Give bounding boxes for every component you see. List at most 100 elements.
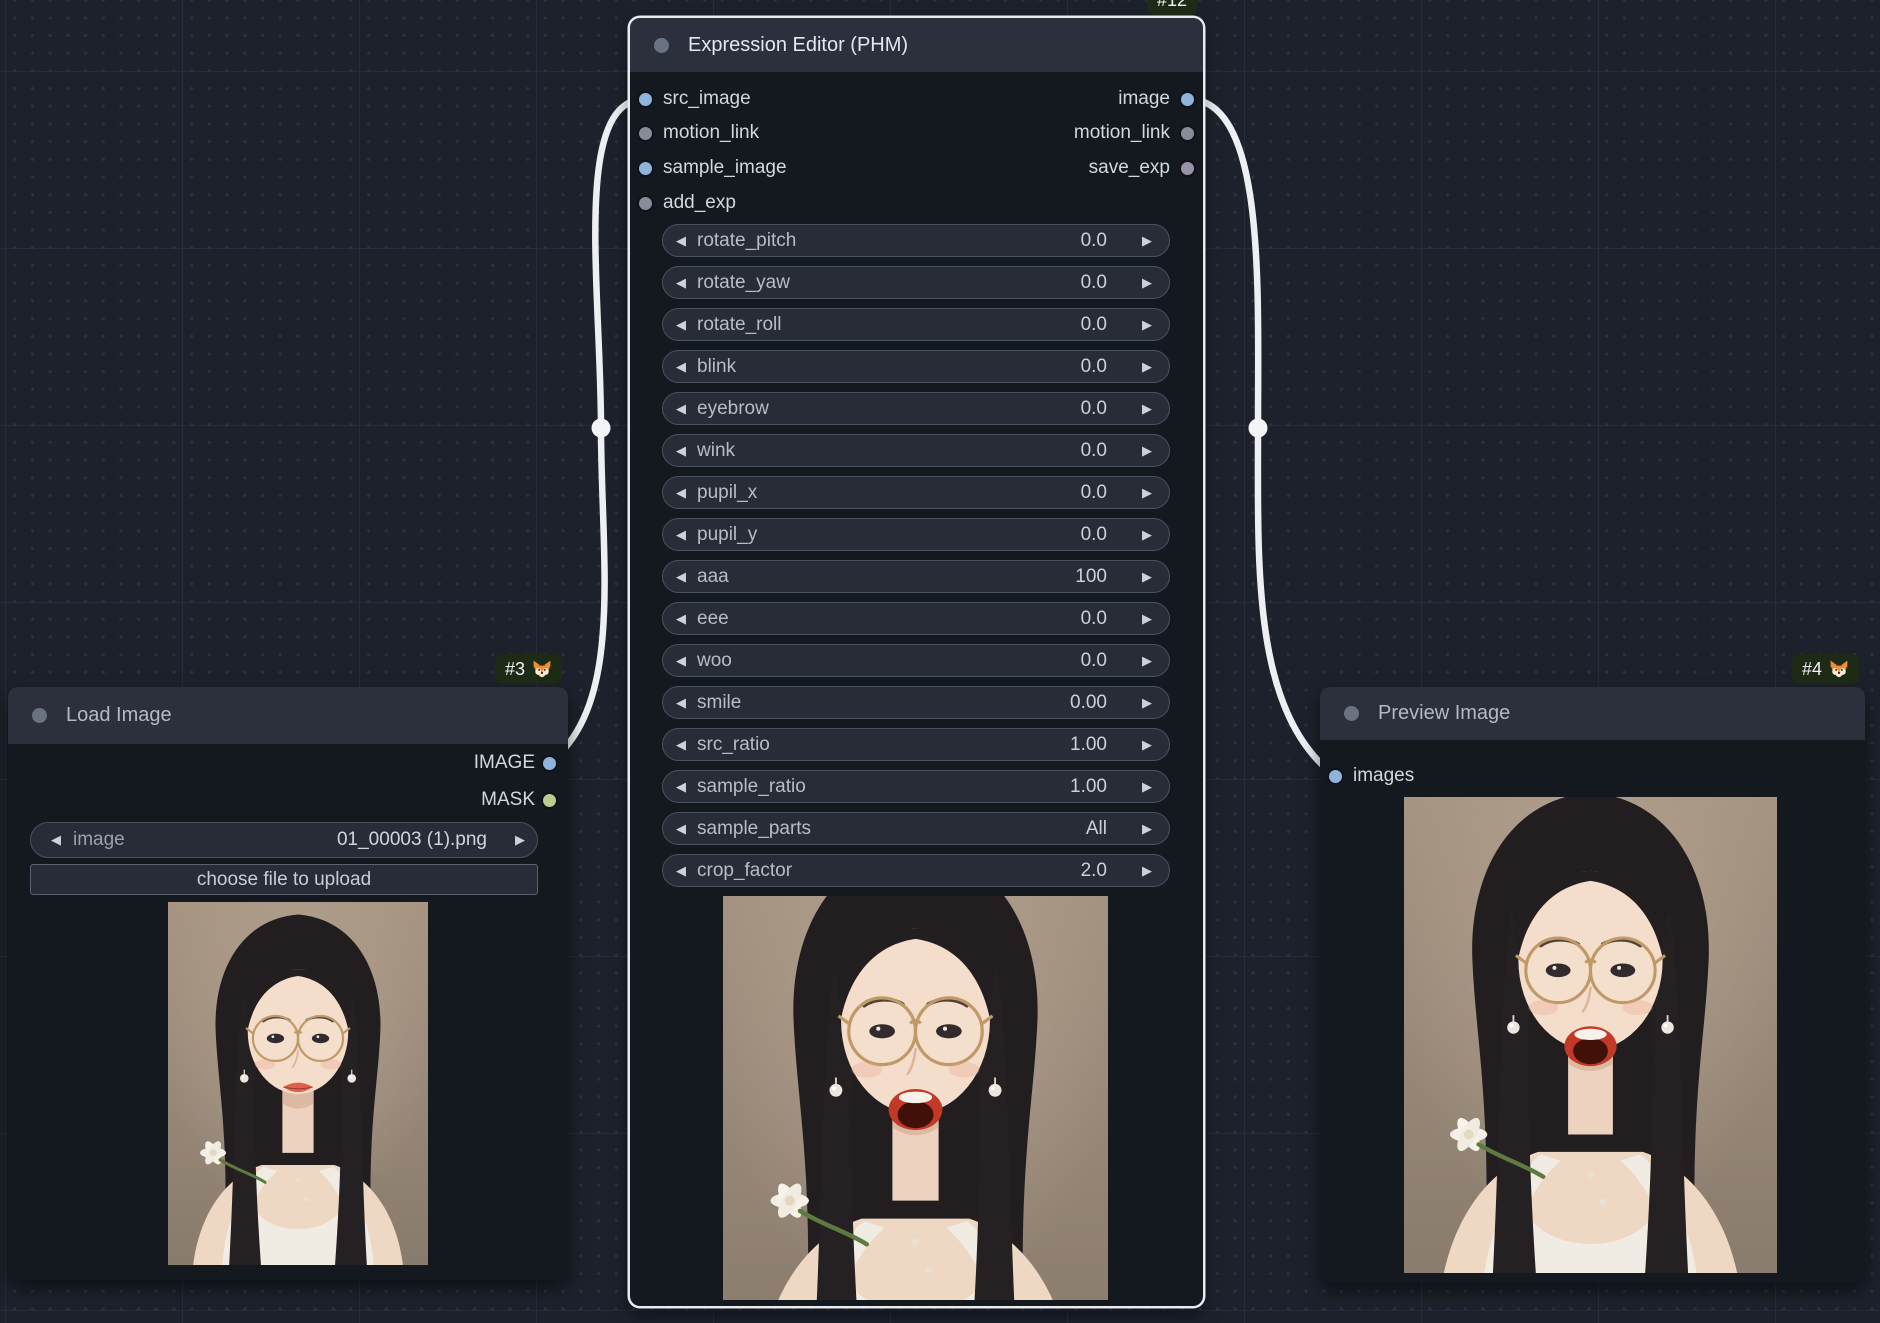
port-label: sample_image — [663, 157, 787, 178]
port-dot-icon[interactable] — [639, 196, 652, 210]
decrement-arrow-icon[interactable] — [676, 351, 686, 382]
port-label: motion_link — [1073, 122, 1170, 143]
decrement-arrow-icon[interactable] — [676, 393, 686, 424]
increment-arrow-icon[interactable] — [1142, 729, 1152, 760]
mouth-open — [1564, 1026, 1617, 1067]
decrement-arrow-icon[interactable] — [51, 823, 61, 857]
slider-label: crop_factor — [697, 859, 793, 881]
preview-result-image — [1404, 797, 1777, 1273]
increment-arrow-icon[interactable] — [515, 823, 525, 857]
link-wire[interactable] — [1184, 95, 1339, 780]
link-midpoint-dot-icon[interactable] — [591, 418, 611, 438]
increment-arrow-icon[interactable] — [1142, 267, 1152, 298]
slider-rotate_yaw[interactable]: rotate_yaw 0.0 — [662, 266, 1170, 299]
decrement-arrow-icon[interactable] — [676, 267, 686, 298]
slider-aaa[interactable]: aaa 100 — [662, 560, 1170, 593]
slider-sample_parts[interactable]: sample_parts All — [662, 812, 1170, 845]
node-graph-canvas[interactable]: #3 Load Image IMAGE MASK image 01_00003 … — [0, 0, 1880, 1323]
node-id-text: #3 — [504, 658, 525, 679]
port-dot-icon[interactable] — [543, 793, 556, 807]
increment-arrow-icon[interactable] — [1142, 309, 1152, 340]
increment-arrow-icon[interactable] — [1142, 225, 1152, 256]
slider-label: wink — [697, 439, 736, 461]
node-load-image[interactable]: #3 Load Image IMAGE MASK image 01_00003 … — [8, 654, 568, 1280]
output-port-motion_link: motion_link — [943, 120, 1203, 146]
slider-label: woo — [697, 649, 732, 671]
port-label: MASK — [481, 789, 535, 810]
decrement-arrow-icon[interactable] — [676, 729, 686, 760]
slider-pupil_x[interactable]: pupil_x 0.0 — [662, 476, 1170, 509]
slider-label: rotate_roll — [697, 313, 782, 335]
increment-arrow-icon[interactable] — [1142, 477, 1152, 508]
fox-icon — [1829, 659, 1849, 679]
node-id-badge: #12 — [1146, 0, 1197, 15]
increment-arrow-icon[interactable] — [1142, 603, 1152, 634]
increment-arrow-icon[interactable] — [1142, 561, 1152, 592]
node-header[interactable]: Expression Editor (PHM) — [630, 18, 1203, 72]
node-expression-editor[interactable]: #12 Expression Editor (PHM) src_image mo… — [630, 0, 1203, 1306]
decrement-arrow-icon[interactable] — [676, 645, 686, 676]
port-dot-icon[interactable] — [1181, 161, 1194, 175]
increment-arrow-icon[interactable] — [1142, 771, 1152, 802]
increment-arrow-icon[interactable] — [1142, 435, 1152, 466]
slider-label: pupil_x — [697, 481, 758, 503]
increment-arrow-icon[interactable] — [1142, 351, 1152, 382]
slider-smile[interactable]: smile 0.00 — [662, 686, 1170, 719]
port-dot-icon[interactable] — [543, 756, 556, 770]
port-dot-icon[interactable] — [1329, 769, 1342, 783]
slider-eyebrow[interactable]: eyebrow 0.0 — [662, 392, 1170, 425]
input-port-motion_link: motion_link — [630, 120, 890, 146]
slider-blink[interactable]: blink 0.0 — [662, 350, 1170, 383]
decrement-arrow-icon[interactable] — [676, 519, 686, 550]
slider-src_ratio[interactable]: src_ratio 1.00 — [662, 728, 1170, 761]
port-dot-icon[interactable] — [1181, 126, 1194, 140]
decrement-arrow-icon[interactable] — [676, 855, 686, 886]
slider-label: sample_ratio — [697, 775, 806, 797]
decrement-arrow-icon[interactable] — [676, 813, 686, 844]
decrement-arrow-icon[interactable] — [676, 603, 686, 634]
increment-arrow-icon[interactable] — [1142, 813, 1152, 844]
slider-value: 0.0 — [1080, 649, 1107, 671]
slider-label: aaa — [697, 565, 729, 587]
decrement-arrow-icon[interactable] — [676, 771, 686, 802]
decrement-arrow-icon[interactable] — [676, 687, 686, 718]
decrement-arrow-icon[interactable] — [676, 477, 686, 508]
increment-arrow-icon[interactable] — [1142, 393, 1152, 424]
decrement-arrow-icon[interactable] — [676, 435, 686, 466]
slider-crop_factor[interactable]: crop_factor 2.0 — [662, 854, 1170, 887]
decrement-arrow-icon[interactable] — [676, 561, 686, 592]
decrement-arrow-icon[interactable] — [676, 309, 686, 340]
increment-arrow-icon[interactable] — [1142, 519, 1152, 550]
slider-rotate_pitch[interactable]: rotate_pitch 0.0 — [662, 224, 1170, 257]
input-port-sample_image: sample_image — [630, 155, 890, 181]
node-header[interactable]: Load Image — [8, 687, 568, 744]
slider-label: rotate_yaw — [697, 271, 790, 293]
link-midpoint-dot-icon[interactable] — [1248, 418, 1268, 438]
port-dot-icon[interactable] — [639, 126, 652, 140]
combo-label: image — [73, 829, 125, 850]
increment-arrow-icon[interactable] — [1142, 645, 1152, 676]
slider-pupil_y[interactable]: pupil_y 0.0 — [662, 518, 1170, 551]
slider-eee[interactable]: eee 0.0 — [662, 602, 1170, 635]
node-header[interactable]: Preview Image — [1320, 687, 1865, 740]
port-dot-icon[interactable] — [639, 92, 652, 106]
decrement-arrow-icon[interactable] — [676, 225, 686, 256]
node-preview-image[interactable]: #4 Preview Image images — [1320, 654, 1865, 1283]
slider-label: smile — [697, 691, 742, 713]
choose-file-button[interactable]: choose file to upload — [30, 864, 538, 895]
combo-value: 01_00003 (1).png — [336, 829, 487, 850]
slider-rotate_roll[interactable]: rotate_roll 0.0 — [662, 308, 1170, 341]
slider-woo[interactable]: woo 0.0 — [662, 644, 1170, 677]
slider-wink[interactable]: wink 0.0 — [662, 434, 1170, 467]
increment-arrow-icon[interactable] — [1142, 855, 1152, 886]
port-dot-icon[interactable] — [1181, 92, 1194, 106]
slider-label: pupil_y — [697, 523, 758, 545]
slider-label: eee — [697, 607, 729, 629]
image-combo-widget[interactable]: image 01_00003 (1).png — [30, 822, 538, 858]
node-title: Expression Editor (PHM) — [688, 33, 909, 56]
slider-sample_ratio[interactable]: sample_ratio 1.00 — [662, 770, 1170, 803]
increment-arrow-icon[interactable] — [1142, 687, 1152, 718]
port-dot-icon[interactable] — [639, 161, 652, 175]
node-title-dot-icon — [1344, 706, 1359, 721]
port-label: IMAGE — [473, 752, 535, 773]
